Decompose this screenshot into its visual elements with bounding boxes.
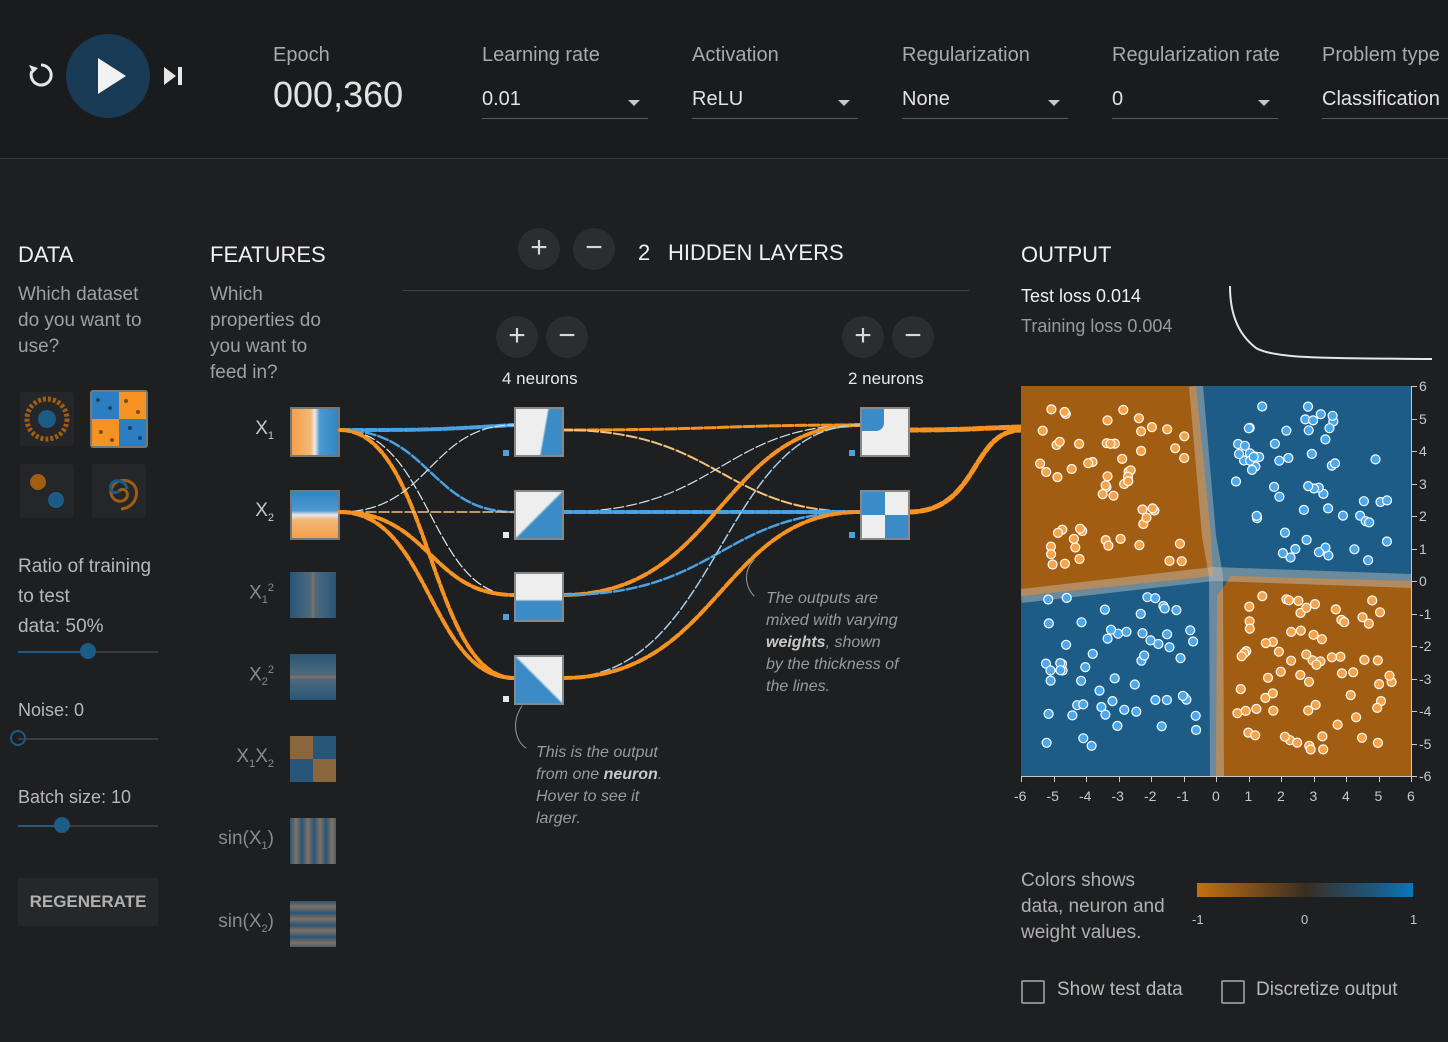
- neuron-1-4[interactable]: [514, 655, 564, 705]
- x-axis-tick-label: -2: [1144, 788, 1157, 804]
- weights-note: The outputs are mixed with varying weigh…: [766, 590, 899, 695]
- plot-axes: -6 -5 -4 -3 -2 -1 0 1 2 3 4 5 6 6 5 4 3 2 1 0 -1 -2 -3 -4 -5 -6: [1014, 378, 1431, 806]
- neuron-bias[interactable]: [849, 450, 855, 456]
- x-axis-tick-label: -3: [1111, 788, 1124, 804]
- y-axis-tick-label: -3: [1419, 670, 1432, 687]
- discretize-output-checkbox[interactable]: [1221, 980, 1245, 1004]
- neuron-bias[interactable]: [503, 532, 509, 538]
- y-axis-tick-label: -2: [1419, 638, 1432, 654]
- x-axis-tick-label: -1: [1176, 788, 1189, 804]
- neuron-1-2[interactable]: [514, 490, 564, 540]
- scale-tick: 0: [1301, 912, 1309, 927]
- x-axis-tick-label: 6: [1407, 788, 1415, 804]
- x-axis-tick-label: 3: [1309, 788, 1318, 804]
- x-axis-tick-label: -6: [1014, 788, 1027, 804]
- x-axis-tick-label: -5: [1046, 788, 1059, 804]
- y-axis-tick-label: -4: [1419, 703, 1432, 719]
- loss-curve: [1229, 285, 1433, 360]
- y-axis-tick: [1411, 776, 1417, 777]
- x-axis-tick-label: 4: [1342, 788, 1350, 804]
- x-axis-tick-label: 0: [1212, 788, 1220, 804]
- y-axis-tick-label: 6: [1419, 378, 1427, 394]
- output-title: OUTPUT: [1021, 242, 1112, 267]
- neuron-2-2[interactable]: [860, 490, 910, 540]
- neuron-bias[interactable]: [503, 450, 509, 456]
- y-axis-tick-label: -1: [1419, 605, 1432, 622]
- y-axis-tick-label: 3: [1419, 475, 1427, 492]
- y-axis-tick-label: -6: [1419, 768, 1432, 784]
- neuron-2-1[interactable]: [860, 407, 910, 457]
- neuron-bias[interactable]: [503, 696, 509, 702]
- show-test-data-checkbox[interactable]: [1021, 980, 1045, 1004]
- test-loss: Test loss 0.014: [1021, 286, 1142, 306]
- y-axis-tick-label: -5: [1419, 735, 1432, 752]
- neuron-bias[interactable]: [849, 532, 855, 538]
- x-axis-tick-label: -4: [1079, 788, 1092, 804]
- neuron-note: This is the output from one neuron. Hove…: [536, 744, 663, 827]
- y-axis-tick-label: 4: [1419, 443, 1427, 459]
- neuron-1-1[interactable]: [514, 407, 564, 457]
- y-axis-tick-label: 5: [1419, 410, 1427, 427]
- x-axis-tick-label: 1: [1244, 788, 1253, 804]
- neuron-1-3[interactable]: [514, 572, 564, 622]
- color-legend-text: Colors shows data, neuron and weight value…: [1021, 870, 1165, 943]
- x-axis-tick-label: 5: [1374, 788, 1383, 804]
- x-axis-tick-label: 2: [1277, 788, 1285, 804]
- discretize-output-label: Discretize output: [1256, 979, 1398, 1000]
- y-axis-tick-label: 1: [1419, 540, 1427, 557]
- training-loss: Training loss 0.004: [1021, 316, 1173, 336]
- neuron-bias[interactable]: [503, 614, 509, 620]
- scale-tick: 1: [1410, 912, 1418, 927]
- y-axis-tick-label: 2: [1419, 508, 1427, 524]
- y-axis-tick-label: 0: [1419, 573, 1427, 589]
- color-scale-bar: [1197, 883, 1413, 897]
- show-test-data-label: Show test data: [1057, 979, 1183, 1000]
- scale-tick: -1: [1192, 912, 1204, 927]
